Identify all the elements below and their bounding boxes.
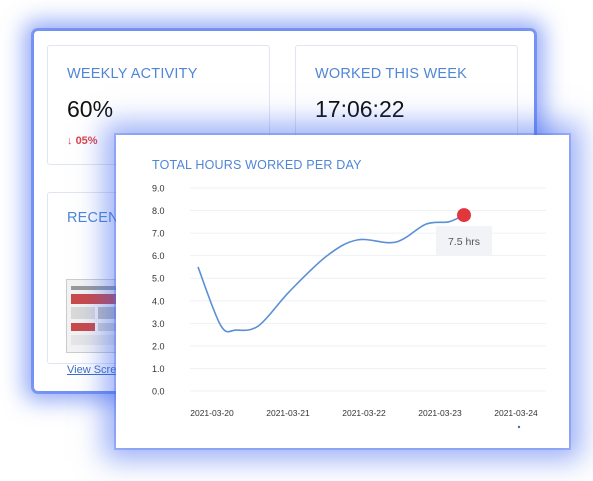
weekly-activity-delta-value: 05% — [75, 135, 98, 147]
y-tick-label: 6.0 — [152, 251, 165, 261]
y-tick-label: 7.0 — [152, 229, 165, 239]
hours-chart-panel: TOTAL HOURS WORKED PER DAY 0.0 1.0 2.0 3.0 4.… — [116, 135, 569, 448]
y-tick-label: 3.0 — [152, 319, 165, 329]
hours-line-chart: TOTAL HOURS WORKED PER DAY 0.0 1.0 2.0 3.0 4.… — [152, 158, 546, 429]
highlight-point — [457, 208, 471, 223]
series-line — [197, 214, 465, 333]
y-tick-label: 5.0 — [152, 274, 165, 284]
y-tick-label: 0.0 — [152, 387, 165, 397]
worked-this-week-title: WORKED THIS WEEK — [315, 66, 467, 82]
worked-this-week-value: 17:06:22 — [315, 96, 405, 122]
x-tick-label: 2021-03-24 — [494, 408, 538, 418]
y-tick-label: 9.0 — [152, 184, 165, 194]
weekly-activity-delta: ↓ 05% — [67, 135, 98, 147]
tooltip-label: 7.5 hrs — [448, 236, 480, 248]
y-tick-label: 1.0 — [152, 364, 165, 374]
y-tick-label: 2.0 — [152, 341, 165, 351]
y-tick-label: 4.0 — [152, 296, 165, 306]
x-tick-label: 2021-03-20 — [190, 408, 234, 418]
y-tick-label: 8.0 — [152, 206, 165, 216]
x-tick-label: 2021-03-21 — [266, 408, 310, 418]
weekly-activity-title: WEEKLY ACTIVITY — [67, 66, 198, 82]
x-tick-label: 2021-03-23 — [418, 408, 462, 418]
weekly-activity-value: 60% — [67, 96, 114, 122]
arrow-down-icon: ↓ — [67, 135, 73, 147]
x-tick-label: 2021-03-22 — [342, 408, 386, 418]
chart-title: TOTAL HOURS WORKED PER DAY — [152, 158, 362, 172]
scroll-dot — [517, 425, 521, 429]
